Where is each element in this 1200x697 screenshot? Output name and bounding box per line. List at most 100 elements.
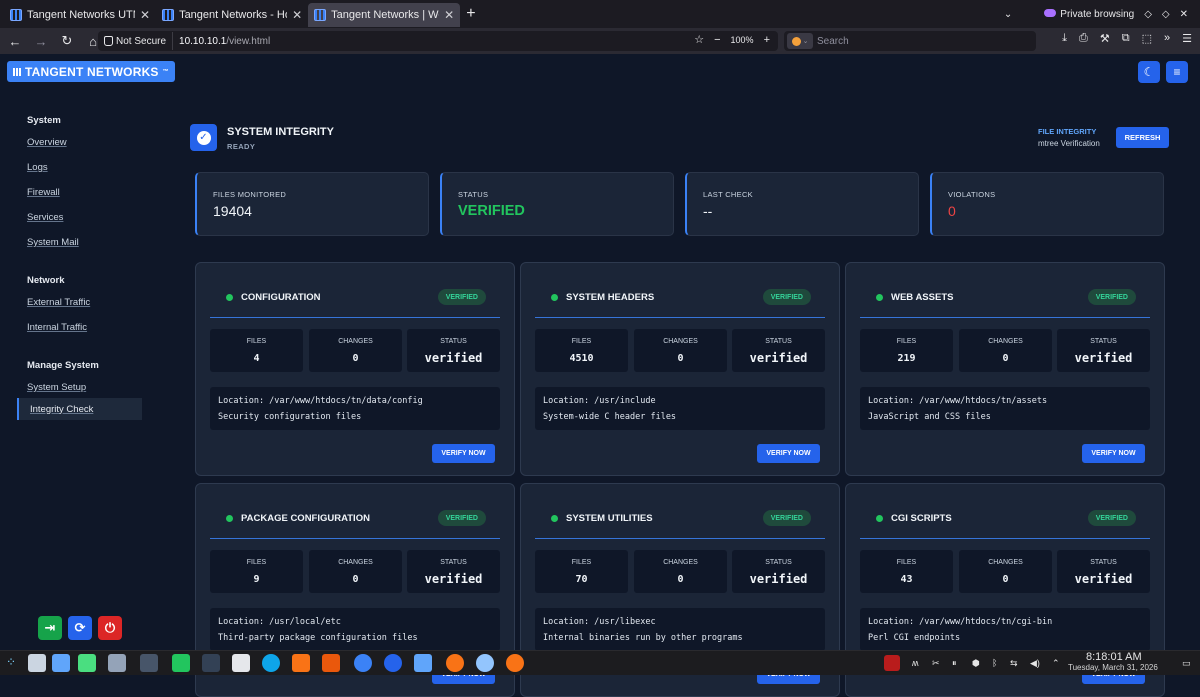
task-manager-icon[interactable] [108,654,126,672]
brand-logo[interactable]: TANGENT NETWORKS ™ [7,61,175,82]
browser-tab[interactable]: Tangent Networks - Home ✕ [156,3,308,27]
window-minimize-icon[interactable]: ◇ [1144,9,1152,20]
theme-toggle-button[interactable]: ☾ [1138,61,1160,83]
extensions-icon[interactable]: ⬚ [1142,32,1152,45]
firefox-icon[interactable] [354,654,372,672]
metric-value: verified [1074,572,1133,586]
print-icon[interactable]: ⎙ [1079,32,1088,45]
firefox-icon[interactable] [446,654,464,672]
metric-value: 0 [677,353,684,364]
clock-date[interactable]: Tuesday, March 31, 2026 [1068,663,1158,672]
sidebar-item-system-mail[interactable]: System Mail [27,237,79,248]
clipboard-icon[interactable]: ✂ [932,658,940,669]
chromium-icon[interactable] [476,654,494,672]
forward-icon[interactable]: → [28,34,54,49]
volume-icon[interactable]: ◀) [1030,658,1040,669]
sidebar-item-external-traffic[interactable]: External Traffic [27,297,90,308]
sidebar-item-internal-traffic[interactable]: Internal Traffic [27,322,87,333]
reload-icon[interactable]: ↻ [54,33,80,49]
module-info: Location: /var/www/htdocs/tn/data/config… [210,387,500,430]
close-tab-icon[interactable]: ✕ [292,8,302,22]
sidebar-item-integrity-check[interactable]: Integrity Check [17,398,142,420]
metric-label: STATUS [1090,338,1117,345]
calendar-tray-icon[interactable] [884,655,900,671]
sidebar-item-services[interactable]: Services [27,212,63,223]
brave-browser-icon[interactable] [322,654,340,672]
back-icon[interactable]: ← [2,34,28,49]
window-close-icon[interactable]: ✕ [1180,9,1188,20]
search-input[interactable]: Search [817,36,849,47]
media-icon[interactable]: ⏸ [952,658,957,669]
editor-icon[interactable] [414,654,432,672]
refresh-button[interactable]: REFRESH [1116,127,1169,148]
metric-value: verified [424,351,483,365]
file-integrity-link[interactable]: FILE INTEGRITY [1038,127,1096,136]
tools-icon[interactable]: ⚒ [1100,32,1110,45]
zoom-in-icon[interactable]: + [764,34,770,46]
text-editor-icon[interactable] [232,654,250,672]
image-viewer-icon[interactable] [78,654,96,672]
stat-status: STATUS VERIFIED [440,172,674,236]
brand-trademark: ™ [162,68,169,75]
file-manager-icon[interactable] [52,654,70,672]
zoom-out-icon[interactable]: − [714,34,720,46]
zoom-level[interactable]: 100% [731,35,754,45]
window-maximize-icon[interactable]: ◇ [1162,9,1170,20]
show-desktop-icon[interactable]: ▭ [1182,658,1191,669]
close-tab-icon[interactable]: ✕ [444,8,454,22]
desktop-icon[interactable] [28,654,46,672]
updates-icon[interactable]: ⬢ [972,658,980,669]
metric-value: 4 [253,353,260,364]
power-button[interactable]: ⏻ [98,616,122,640]
network-tray-icon[interactable]: ⇆ [1010,658,1018,669]
search-engine-selector[interactable]: ⌄ [787,33,813,49]
brave-browser-icon[interactable] [292,654,310,672]
tray-app-icon[interactable]: ʍ [912,658,919,668]
site-security-indicator[interactable]: Not Secure [98,32,174,50]
sidebar-item-system-setup[interactable]: System Setup [27,382,86,393]
url-text[interactable]: 10.10.10.1/view.html [173,36,270,47]
app-launcher-icon[interactable]: ⁘ [6,655,16,669]
terminal-icon[interactable] [202,654,220,672]
bookmark-star-icon[interactable]: ☆ [694,33,704,46]
verify-now-button[interactable]: VERIFY NOW [1082,444,1145,463]
bluetooth-icon[interactable]: ᛒ [992,658,997,668]
status-dot-icon [876,515,883,522]
network-icon[interactable] [262,654,280,672]
divider [210,538,500,539]
browser-tab[interactable]: Tangent Networks UTM — ✕ [4,3,156,27]
power-icon: ⏻ [104,620,116,635]
verify-now-button[interactable]: VERIFY NOW [432,444,495,463]
browser-icon[interactable] [506,654,524,672]
page-title: SYSTEM INTEGRITY [227,126,334,138]
logout-button[interactable]: ⇥ [38,616,62,640]
status-badge: VERIFIED [437,510,486,526]
sync-button[interactable]: ⟳ [68,616,92,640]
tray-expand-icon[interactable]: ⌃ [1052,658,1060,669]
folder-icon[interactable] [172,654,190,672]
screenshot-icon[interactable]: ⧉ [1122,32,1130,45]
overflow-menu-icon[interactable]: » [1164,32,1170,45]
search-box[interactable]: ⌄ Search [784,31,1036,51]
address-bar[interactable]: Not Secure 10.10.10.1/view.html ☆ − 100%… [98,31,778,51]
tab-title: Tangent Networks - Home [179,9,287,21]
module-title: CGI SCRIPTS [891,513,952,524]
verify-now-button[interactable]: VERIFY NOW [757,444,820,463]
terminal-window-icon[interactable] [140,654,158,672]
app-menu-icon[interactable]: ☰ [1182,32,1192,45]
sidebar-item-overview[interactable]: Overview [27,137,67,148]
firefox-icon[interactable] [384,654,402,672]
clock-time[interactable]: 8:18:01 AM [1086,651,1142,663]
taskbar: ⁘ ʍ ✂ ⏸ ⬢ ᛒ ⇆ ◀) ⌃ ▭ [0,650,1200,675]
sidebar-item-logs[interactable]: Logs [27,162,48,173]
sidebar-item-firewall[interactable]: Firewall [27,187,60,198]
stat-value: 0 [948,203,956,219]
browser-tab-active[interactable]: Tangent Networks | Web i ✕ [308,3,461,27]
close-tab-icon[interactable]: ✕ [140,8,150,22]
downloads-icon[interactable]: ⤓ [1062,32,1067,45]
file-integrity-subtitle: mtree Verification [1038,139,1100,148]
menu-button[interactable]: ≡ [1166,61,1188,83]
tab-list-icon[interactable]: ⌄ [1004,9,1012,20]
new-tab-icon[interactable]: + [466,5,475,23]
metric-files: FILES 4 [210,329,303,372]
